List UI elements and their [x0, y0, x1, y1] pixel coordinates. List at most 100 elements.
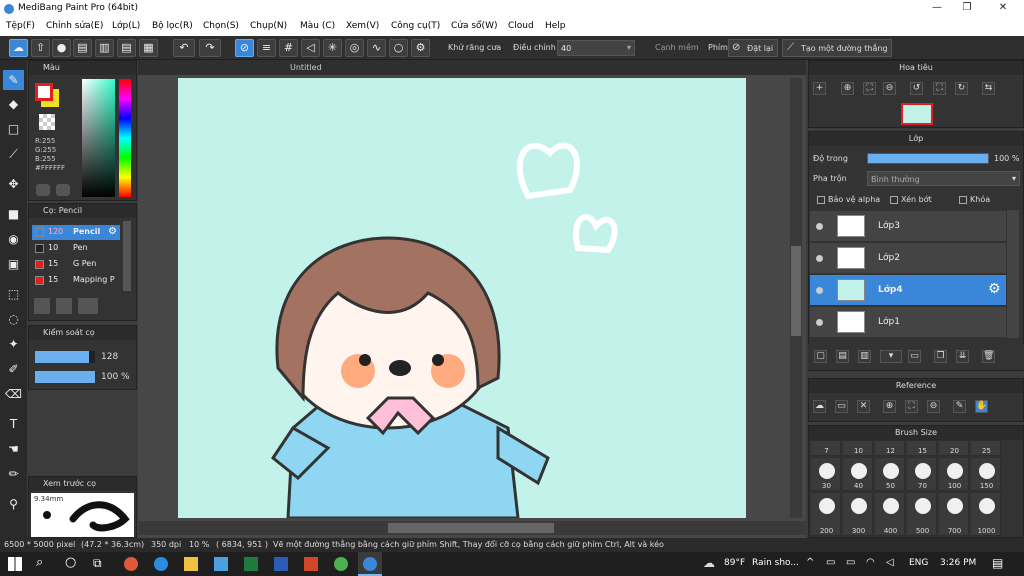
circle-snap-icon[interactable]: ○ [389, 39, 408, 57]
primary-color-swatch[interactable] [35, 83, 53, 101]
radial-snap-icon[interactable]: ✳ [323, 39, 342, 57]
menu-filter[interactable]: Bộ lọc(R) [152, 21, 193, 31]
brush-size-cell[interactable]: 1000 [970, 492, 1001, 536]
wifi-icon[interactable]: ◠ [866, 557, 875, 568]
zoom-in-icon[interactable]: + [813, 82, 826, 95]
gear-icon[interactable]: ⚙ [988, 281, 1001, 297]
gradient-tool-icon[interactable]: ▣ [3, 254, 24, 274]
magic-wand-tool-icon[interactable]: ✦ [3, 334, 24, 354]
cloud-icon[interactable]: ☁ [9, 39, 28, 57]
transparent-swatch[interactable] [39, 114, 55, 130]
rotate-right-icon[interactable]: ↻ [955, 82, 968, 95]
minimize-button[interactable]: — [922, 2, 952, 16]
brush-menu-icon[interactable] [78, 298, 98, 314]
eye-icon[interactable] [816, 223, 823, 230]
select-rect-tool-icon[interactable]: ⬚ [3, 284, 24, 304]
reset-view-icon[interactable]: ⛶ [933, 82, 946, 95]
brush-size-cell[interactable]: 500 [906, 492, 937, 536]
maximize-button[interactable]: ❐ [952, 2, 982, 16]
brush-size-cell[interactable]: 300 [842, 492, 873, 536]
brush-size-cell[interactable]: 70 [906, 457, 937, 491]
export-icon[interactable]: ⇧ [31, 39, 50, 57]
blend-select[interactable]: Bình thường ▾ [867, 171, 1020, 186]
clock[interactable]: 3:26 PM [940, 558, 976, 568]
line-tool-icon[interactable]: ⟋ [3, 144, 24, 164]
fit-screen-icon[interactable]: ⛶ [863, 82, 876, 95]
brush-size-cell[interactable]: 30 [810, 457, 841, 491]
concentric-snap-icon[interactable]: ◎ [345, 39, 364, 57]
horizontal-scroll-thumb[interactable] [388, 523, 554, 533]
lock-checkbox[interactable] [959, 196, 967, 204]
menu-color[interactable]: Màu (C) [300, 21, 335, 31]
panels-icon[interactable]: ▦ [139, 39, 158, 57]
settings-icon[interactable]: ⚙ [411, 39, 430, 57]
brush-list-item[interactable]: 15 G Pen [32, 257, 120, 272]
hue-slider[interactable] [119, 79, 131, 197]
brush-size-cell[interactable]: 150 [970, 457, 1001, 491]
cloud-brush-icon[interactable] [34, 298, 50, 314]
ref-zoom-out-icon[interactable]: ⊖ [927, 400, 940, 413]
grid-snap-icon[interactable]: # [279, 39, 298, 57]
grid-doc-icon[interactable]: ▥ [95, 39, 114, 57]
saturation-picker[interactable] [82, 79, 115, 197]
brush-size-cell[interactable]: 10 [842, 440, 873, 456]
shape-tool-icon[interactable]: □ [3, 119, 24, 139]
merge-layer-icon[interactable]: ⇊ [956, 350, 969, 363]
brush-size-cell[interactable]: 100 [938, 457, 969, 491]
drawing-canvas[interactable] [178, 78, 746, 518]
close-button[interactable]: ✕ [988, 2, 1018, 16]
file-explorer-icon[interactable] [184, 557, 198, 571]
task-view-icon[interactable]: ⧉ [93, 556, 102, 571]
delete-layer-icon[interactable]: 🗑 [982, 350, 995, 363]
protect-alpha-checkbox[interactable] [817, 196, 825, 204]
reset-button[interactable]: ⊘ Đặt lại [728, 39, 778, 57]
close-reference-icon[interactable]: ✕ [857, 400, 870, 413]
brush-list-item[interactable]: 10 Pen [32, 241, 120, 256]
chrome-icon[interactable] [334, 557, 348, 571]
menu-edit[interactable]: Chỉnh sửa(E) [46, 21, 103, 31]
doc-icon[interactable]: ▤ [73, 39, 92, 57]
brush-list-item[interactable]: 120 Pencil ⚙ [32, 225, 120, 240]
comment-icon[interactable]: ● [52, 39, 71, 57]
ref-fit-icon[interactable]: ⛶ [905, 400, 918, 413]
brush-size-cell[interactable]: 12 [874, 440, 905, 456]
brush-size-cell[interactable]: 40 [842, 457, 873, 491]
snap-off-icon[interactable]: ⊘ [235, 39, 254, 57]
hand-icon[interactable]: ✋ [975, 400, 988, 413]
operation-tool-icon[interactable]: ☚ [3, 439, 24, 459]
palette-icon[interactable] [36, 184, 50, 196]
layer-item[interactable]: Lớp3 [810, 211, 1006, 242]
brush-size-cell[interactable]: 700 [938, 492, 969, 536]
tray-chevron-icon[interactable]: ^ [806, 557, 814, 568]
edge-icon[interactable] [154, 557, 168, 571]
add-layer-menu-icon[interactable]: ▾ [880, 350, 902, 363]
eraser-tool-icon[interactable]: ◆ [3, 94, 24, 114]
brush-tool-icon[interactable]: ✎ [3, 70, 24, 90]
brush-size-cell[interactable]: 20 [938, 440, 969, 456]
new-layer-icon[interactable]: ▢ [814, 350, 827, 363]
rotate-left-icon[interactable]: ↺ [910, 82, 923, 95]
powerpoint-icon[interactable] [304, 557, 318, 571]
menu-tools[interactable]: Công cụ(T) [391, 21, 440, 31]
parallel-snap-icon[interactable]: ≡ [257, 39, 276, 57]
palette-add-icon[interactable] [56, 184, 70, 196]
cortana-icon[interactable]: ○ [65, 555, 76, 570]
brush-size-cell[interactable]: 200 [810, 492, 841, 536]
menu-view[interactable]: Xem(V) [346, 21, 379, 31]
layer-opacity-slider[interactable] [867, 153, 989, 164]
layer-scrollbar[interactable] [1007, 210, 1019, 338]
notification-icon[interactable]: ▤ [992, 556, 1003, 570]
brush-list-item[interactable]: 15 Mapping P [32, 273, 120, 288]
brush-size-cell[interactable]: 400 [874, 492, 905, 536]
list-doc-icon[interactable]: ▤ [117, 39, 136, 57]
zoom-in-nav-icon[interactable]: ⊕ [841, 82, 854, 95]
windows-start-icon[interactable] [8, 557, 22, 571]
duplicate-layer-icon[interactable]: ❐ [934, 350, 947, 363]
eye-icon[interactable] [816, 287, 823, 294]
curve-snap-icon[interactable]: ∿ [367, 39, 386, 57]
perspective-snap-icon[interactable]: ◁ [301, 39, 320, 57]
adjust-select[interactable]: 40 ▾ [557, 40, 635, 56]
horizontal-scrollbar[interactable] [138, 521, 806, 535]
text-tool-icon[interactable]: T [3, 414, 24, 434]
new-layer-copy-icon[interactable]: ▤ [836, 350, 849, 363]
